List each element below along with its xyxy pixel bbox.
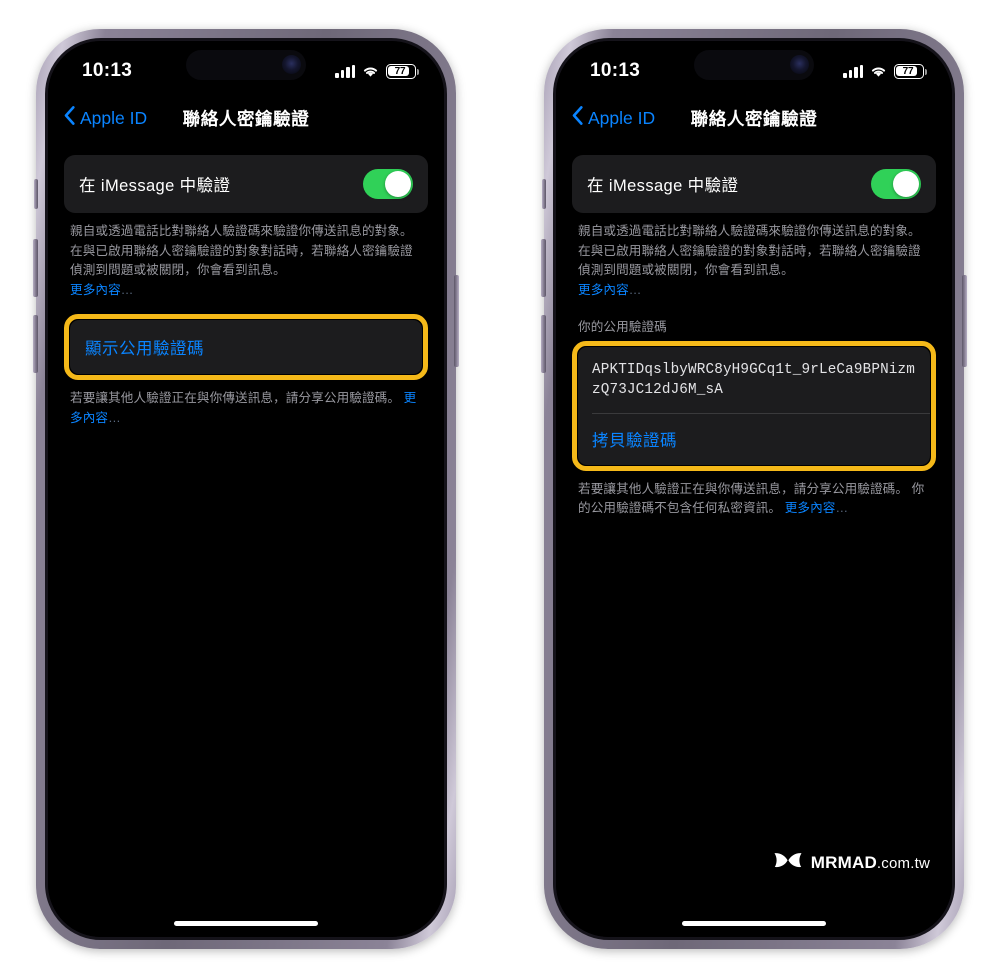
- page-title: 聯絡人密鑰驗證: [690, 108, 818, 129]
- mrmad-butterfly-logo-icon: [773, 850, 803, 875]
- back-button-label: Apple ID: [80, 107, 148, 128]
- chevron-left-icon: [64, 106, 75, 130]
- imessage-verify-card: 在 iMessage 中驗證: [64, 155, 428, 213]
- battery-icon: 77: [386, 63, 419, 79]
- nav-bar-right: Apple ID 聯絡人密鑰驗證: [556, 95, 952, 141]
- learn-more-link[interactable]: 更多內容: [70, 283, 121, 297]
- device-bezel-right: 10:13 77 Apple ID 聯絡人密鑰驗證 在 iMessage 中驗證…: [553, 38, 955, 940]
- screenshot-stage: 10:13 77 Apple ID 聯絡人密鑰驗證 在 iMessage 中驗證…: [0, 0, 1000, 978]
- silent-switch-left[interactable]: [34, 179, 38, 209]
- status-time: 10:13: [590, 60, 641, 81]
- learn-more-link[interactable]: 更多內容: [578, 283, 629, 297]
- back-button-apple-id[interactable]: Apple ID: [572, 106, 655, 130]
- iphone-device-right: 10:13 77 Apple ID 聯絡人密鑰驗證 在 iMessage 中驗證…: [541, 29, 967, 949]
- screen-right: 10:13 77 Apple ID 聯絡人密鑰驗證 在 iMessage 中驗證…: [556, 41, 952, 937]
- wifi-icon: [870, 65, 887, 78]
- public-verification-code-card: APKTIDqslbyWRC8yH9GCq1t_9rLeCa9BPNizmzQ7…: [578, 347, 930, 465]
- ellipsis-2: …: [108, 410, 121, 425]
- imessage-verify-toggle[interactable]: [871, 169, 921, 199]
- back-button-label: Apple ID: [588, 107, 656, 128]
- power-button-right[interactable]: [962, 275, 967, 367]
- imessage-verify-label: 在 iMessage 中驗證: [587, 177, 739, 195]
- power-button-left[interactable]: [454, 275, 459, 367]
- imessage-verify-row[interactable]: 在 iMessage 中驗證: [572, 155, 936, 213]
- watermark-brand: MRMAD: [810, 852, 877, 872]
- learn-more-link-2[interactable]: 更多內容: [785, 501, 836, 515]
- battery-icon: 77: [894, 63, 927, 79]
- volume-up-button-left[interactable]: [33, 239, 38, 297]
- site-watermark: MRMAD.com.tw: [773, 850, 930, 875]
- yellow-highlight-box: 顯示公用驗證碼: [64, 314, 428, 381]
- imessage-verify-toggle[interactable]: [363, 169, 413, 199]
- watermark-text: MRMAD.com.tw: [811, 853, 930, 873]
- imessage-verify-label: 在 iMessage 中驗證: [79, 177, 231, 195]
- volume-up-button-right[interactable]: [541, 239, 546, 297]
- nav-bar-left: Apple ID 聯絡人密鑰驗證: [48, 95, 444, 141]
- battery-percent: 77: [902, 65, 914, 77]
- silent-switch-right[interactable]: [542, 179, 546, 209]
- share-code-body: 若要讓其他人驗證正在與你傳送訊息，請分享公用驗證碼。: [70, 391, 404, 406]
- public-verification-code: APKTIDqslbyWRC8yH9GCq1t_9rLeCa9BPNizmzQ7…: [592, 362, 915, 399]
- screen-left: 10:13 77 Apple ID 聯絡人密鑰驗證 在 iMessage 中驗證…: [48, 41, 444, 937]
- ellipsis: …: [628, 282, 642, 297]
- front-camera-icon: [282, 55, 301, 74]
- toggle-knob: [385, 171, 411, 197]
- front-camera-icon: [790, 55, 809, 74]
- back-button-apple-id[interactable]: Apple ID: [64, 106, 147, 130]
- yellow-highlight-box-code: APKTIDqslbyWRC8yH9GCq1t_9rLeCa9BPNizmzQ7…: [572, 341, 936, 471]
- home-indicator-left[interactable]: [174, 920, 318, 926]
- status-time: 10:13: [82, 60, 133, 81]
- description-footnote-right: 親自或透過電話比對聯絡人驗證碼來驗證你傳送訊息的對象。在與已啟用聯絡人密鑰驗證的…: [572, 213, 936, 300]
- description-footnote-left: 親自或透過電話比對聯絡人驗證碼來驗證你傳送訊息的對象。在與已啟用聯絡人密鑰驗證的…: [64, 213, 428, 300]
- ellipsis-2: …: [835, 501, 849, 516]
- device-bezel-left: 10:13 77 Apple ID 聯絡人密鑰驗證 在 iMessage 中驗證…: [45, 38, 447, 940]
- wifi-icon: [362, 65, 379, 78]
- settings-content-right: 在 iMessage 中驗證 親自或透過電話比對聯絡人驗證碼來驗證你傳送訊息的對…: [556, 141, 952, 937]
- status-indicators-left: 77: [335, 63, 419, 79]
- home-indicator-right[interactable]: [682, 920, 826, 926]
- share-code-footnote-right: 若要讓其他人驗證正在與你傳送訊息，請分享公用驗證碼。 你的公用驗證碼不包含任何私…: [572, 471, 936, 519]
- show-code-highlight-wrap: 顯示公用驗證碼: [64, 314, 428, 381]
- show-public-code-button[interactable]: 顯示公用驗證碼: [70, 320, 422, 375]
- description-body: 親自或透過電話比對聯絡人驗證碼來驗證你傳送訊息的對象。在與已啟用聯絡人密鑰驗證的…: [70, 224, 413, 278]
- imessage-verify-card: 在 iMessage 中驗證: [572, 155, 936, 213]
- copy-verification-code-button[interactable]: 拷貝驗證碼: [578, 414, 930, 465]
- watermark-tld: .com.tw: [876, 854, 930, 872]
- imessage-verify-row[interactable]: 在 iMessage 中驗證: [64, 155, 428, 213]
- share-code-body: 若要讓其他人驗證正在與你傳送訊息，請分享公用驗證碼。 你的公用驗證碼不包含任何私…: [578, 481, 925, 516]
- toggle-knob: [893, 171, 919, 197]
- chevron-left-icon: [572, 106, 583, 130]
- volume-down-button-left[interactable]: [33, 315, 38, 373]
- status-indicators-right: 77: [843, 63, 927, 79]
- battery-percent: 77: [394, 65, 406, 77]
- public-code-group-header: 你的公用驗證碼: [578, 320, 667, 335]
- ellipsis: …: [120, 282, 134, 297]
- share-code-footnote-left: 若要讓其他人驗證正在與你傳送訊息，請分享公用驗證碼。 更多內容…: [64, 380, 428, 428]
- description-body: 親自或透過電話比對聯絡人驗證碼來驗證你傳送訊息的對象。在與已啟用聯絡人密鑰驗證的…: [578, 224, 921, 278]
- status-bar-left: 10:13 77: [48, 41, 444, 95]
- page-title: 聯絡人密鑰驗證: [182, 108, 310, 129]
- status-bar-right: 10:13 77: [556, 41, 952, 95]
- settings-content-left: 在 iMessage 中驗證 親自或透過電話比對聯絡人驗證碼來驗證你傳送訊息的對…: [48, 141, 444, 937]
- cellular-bars-icon: [843, 64, 863, 78]
- cellular-bars-icon: [335, 64, 355, 78]
- volume-down-button-right[interactable]: [541, 315, 546, 373]
- iphone-device-left: 10:13 77 Apple ID 聯絡人密鑰驗證 在 iMessage 中驗證…: [33, 29, 459, 949]
